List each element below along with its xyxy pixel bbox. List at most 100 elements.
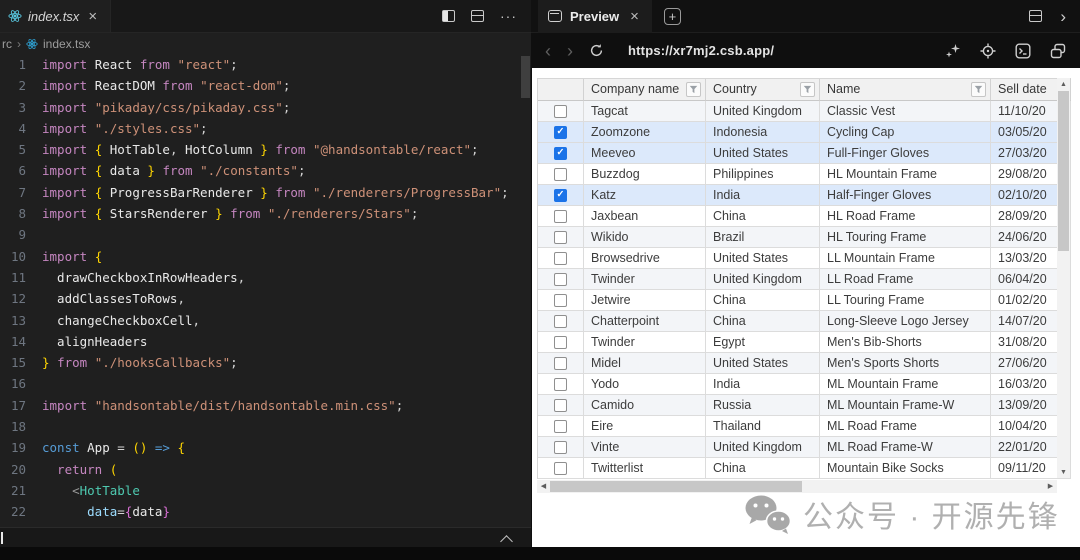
toggle-sidebar-icon[interactable] (442, 10, 455, 22)
cell-company[interactable]: Jaxbean (584, 206, 706, 227)
code-line[interactable]: 19const App = () => { (0, 437, 521, 458)
checkbox-checked[interactable]: ✓ (554, 126, 567, 139)
checkbox-cell[interactable] (538, 353, 584, 374)
tab-preview[interactable]: Preview × (538, 0, 652, 33)
code-line-content[interactable]: import { StarsRenderer } from "./rendere… (42, 203, 521, 224)
cell-company[interactable]: Katz (584, 185, 706, 206)
tab-index-tsx[interactable]: index.tsx × (0, 0, 111, 32)
cell-country[interactable]: China (706, 290, 820, 311)
code-line-content[interactable]: import React from "react"; (42, 54, 521, 75)
tab-close-icon[interactable]: × (85, 8, 100, 25)
code-line[interactable]: 18 (0, 416, 521, 437)
code-line-content[interactable]: import { (42, 246, 521, 267)
code-line-content[interactable]: <HotTable (42, 480, 521, 501)
code-line-content[interactable]: import "pikaday/css/pikaday.css"; (42, 97, 521, 118)
code-line-content[interactable]: import "handsontable/dist/handsontable.m… (42, 395, 521, 416)
checkbox-cell[interactable]: ✓ (538, 185, 584, 206)
code-line-content[interactable]: changeCheckboxCell, (42, 310, 521, 331)
checkbox-unchecked[interactable] (554, 294, 567, 307)
cell-name[interactable]: ML Road Frame (820, 416, 991, 437)
checkbox-cell[interactable] (538, 395, 584, 416)
nav-back-icon[interactable]: ‹ (545, 42, 551, 60)
column-header[interactable]: Name (820, 79, 991, 101)
target-icon[interactable] (980, 43, 996, 59)
cell-country[interactable]: Thailand (706, 416, 820, 437)
code-line-content[interactable]: import { data } from "./constants"; (42, 160, 521, 181)
cell-country[interactable]: United Kingdom (706, 437, 820, 458)
code-editor[interactable]: 1import React from "react";2import React… (0, 54, 521, 527)
cell-name[interactable]: HL Touring Frame (820, 227, 991, 248)
cell-name[interactable]: LL Road Frame (820, 269, 991, 290)
code-line[interactable]: 11 drawCheckboxInRowHeaders, (0, 267, 521, 288)
scroll-up-arrow-icon[interactable]: ▲ (1057, 78, 1070, 90)
checkbox-checked[interactable]: ✓ (554, 189, 567, 202)
checkbox-cell[interactable] (538, 269, 584, 290)
checkbox-unchecked[interactable] (554, 210, 567, 223)
code-line[interactable]: 7import { ProgressBarRenderer } from "./… (0, 182, 521, 203)
code-line[interactable]: 8import { StarsRenderer } from "./render… (0, 203, 521, 224)
checkbox-checked[interactable]: ✓ (554, 147, 567, 160)
breadcrumb-file[interactable]: index.tsx (43, 37, 90, 51)
open-in-new-window-icon[interactable] (1050, 43, 1066, 59)
cell-country[interactable]: Philippines (706, 164, 820, 185)
checkbox-unchecked[interactable] (554, 336, 567, 349)
horizontal-scrollbar-thumb[interactable] (550, 481, 802, 492)
cell-name[interactable]: Men's Sports Shorts (820, 353, 991, 374)
cell-company[interactable]: Buzzdog (584, 164, 706, 185)
vertical-scrollbar[interactable]: ▲ ▼ (1057, 78, 1070, 478)
code-line-content[interactable]: import ReactDOM from "react-dom"; (42, 75, 521, 96)
cell-company[interactable]: Camido (584, 395, 706, 416)
cell-country[interactable]: India (706, 185, 820, 206)
code-line-content[interactable]: import { ProgressBarRenderer } from "./r… (42, 182, 521, 203)
checkbox-unchecked[interactable] (554, 378, 567, 391)
checkbox-unchecked[interactable] (554, 420, 567, 433)
cell-company[interactable]: Twinder (584, 332, 706, 353)
code-line-content[interactable]: return ( (42, 459, 521, 480)
cell-name[interactable]: Full-Finger Gloves (820, 143, 991, 164)
checkbox-cell[interactable] (538, 374, 584, 395)
cell-name[interactable]: Cycling Cap (820, 122, 991, 143)
checkbox-cell[interactable] (538, 101, 584, 122)
cell-country[interactable]: United States (706, 143, 820, 164)
more-actions-icon[interactable]: ··· (500, 9, 517, 23)
code-line[interactable]: 15} from "./hooksCallbacks"; (0, 352, 521, 373)
code-line[interactable]: 3import "pikaday/css/pikaday.css"; (0, 97, 521, 118)
cell-company[interactable]: Meeveo (584, 143, 706, 164)
checkbox-unchecked[interactable] (554, 231, 567, 244)
refresh-icon[interactable] (589, 43, 604, 58)
code-line-content[interactable]: import "./styles.css"; (42, 118, 521, 139)
split-editor-icon[interactable] (471, 10, 484, 22)
url-field[interactable]: https://xr7mj2.csb.app/ (628, 43, 774, 58)
cell-name[interactable]: HL Mountain Frame (820, 164, 991, 185)
checkbox-unchecked[interactable] (554, 252, 567, 265)
code-line[interactable]: 20 return ( (0, 459, 521, 480)
code-line[interactable]: 14 alignHeaders (0, 331, 521, 352)
nav-forward-icon[interactable]: › (567, 42, 573, 60)
checkbox-cell[interactable] (538, 227, 584, 248)
code-line[interactable]: 4import "./styles.css"; (0, 118, 521, 139)
cell-country[interactable]: United Kingdom (706, 101, 820, 122)
filter-dropdown-icon[interactable] (800, 82, 815, 97)
cell-country[interactable]: Russia (706, 395, 820, 416)
cell-company[interactable]: Midel (584, 353, 706, 374)
checkbox-unchecked[interactable] (554, 441, 567, 454)
split-preview-icon[interactable] (1029, 10, 1042, 22)
cell-company[interactable]: Yodo (584, 374, 706, 395)
cell-name[interactable]: LL Touring Frame (820, 290, 991, 311)
cell-company[interactable]: Tagcat (584, 101, 706, 122)
breadcrumb-folder[interactable]: rc (2, 37, 12, 51)
checkbox-cell[interactable]: ✓ (538, 122, 584, 143)
code-line[interactable]: 9 (0, 224, 521, 245)
code-line-content[interactable]: import { HotTable, HotColumn } from "@ha… (42, 139, 521, 160)
code-line-content[interactable] (42, 416, 521, 437)
cell-name[interactable]: Long-Sleeve Logo Jersey (820, 311, 991, 332)
cell-country[interactable]: China (706, 311, 820, 332)
code-line[interactable]: 17import "handsontable/dist/handsontable… (0, 395, 521, 416)
preview-tab-close-icon[interactable]: × (627, 8, 642, 25)
cell-country[interactable]: United States (706, 353, 820, 374)
code-line[interactable]: 6import { data } from "./constants"; (0, 160, 521, 181)
code-line-content[interactable] (42, 224, 521, 245)
cell-name[interactable]: Men's Bib-Shorts (820, 332, 991, 353)
column-header[interactable]: Company name (584, 79, 706, 101)
checkbox-cell[interactable] (538, 437, 584, 458)
